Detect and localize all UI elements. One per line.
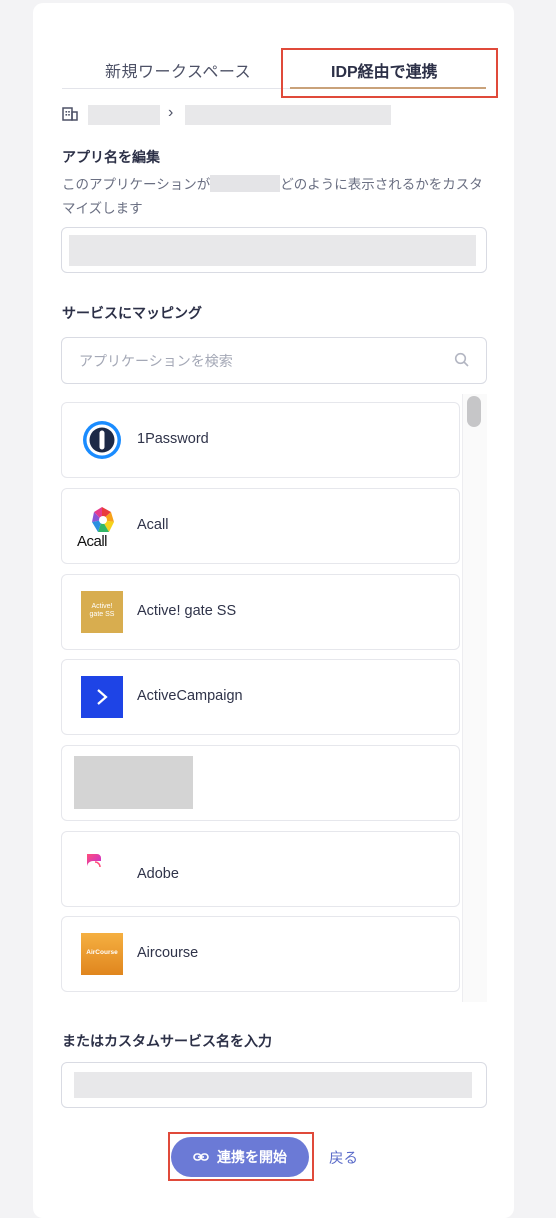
- redacted-text: [210, 175, 281, 192]
- description-text-1: このアプリケーションが: [62, 177, 211, 192]
- building-icon: [62, 106, 78, 127]
- list-item-label: Adobe: [137, 866, 179, 882]
- list-item-activegate[interactable]: Active! gate SS Active! gate SS: [61, 574, 460, 650]
- app-name-input[interactable]: [61, 227, 487, 273]
- list-item-activecampaign[interactable]: ActiveCampaign: [61, 659, 460, 735]
- custom-service-input[interactable]: [61, 1062, 487, 1108]
- list-scrollbar[interactable]: [462, 394, 487, 1002]
- breadcrumb-redacted-1: [88, 105, 160, 125]
- activecampaign-icon: [81, 676, 123, 718]
- list-item-adobe[interactable]: Adobe: [61, 831, 460, 907]
- list-item-redacted[interactable]: [61, 745, 460, 821]
- tab-new-workspace[interactable]: 新規ワークスペース: [105, 58, 251, 82]
- app-name-redacted: [69, 235, 476, 266]
- list-item-label: Active! gate SS: [137, 603, 237, 619]
- redacted-image: [74, 756, 193, 809]
- back-link[interactable]: 戻る: [329, 1147, 358, 1168]
- mapping-heading: サービスにマッピング: [62, 305, 202, 321]
- adobe-icon: [81, 848, 123, 890]
- list-item-label: 1Password: [137, 431, 209, 447]
- list-item-label: ActiveCampaign: [137, 688, 243, 704]
- acall-icon: Acall: [77, 505, 123, 550]
- list-scrollbar-thumb[interactable]: [467, 396, 481, 427]
- breadcrumb-redacted-2: [185, 105, 391, 125]
- custom-service-redacted: [74, 1072, 472, 1098]
- custom-service-heading: またはカスタムサービス名を入力: [62, 1033, 272, 1049]
- highlight-box-tab: [281, 48, 498, 98]
- activegate-icon: Active! gate SS: [81, 591, 123, 633]
- breadcrumb-separator: ›: [168, 104, 174, 121]
- app-list[interactable]: 1Password Acall Acall Active! gate SS Ac…: [61, 394, 487, 1002]
- onepassword-icon: [81, 419, 123, 461]
- aircourse-icon: AirCourse: [81, 933, 123, 975]
- list-item-label: Acall: [137, 517, 169, 533]
- list-item-acall[interactable]: Acall Acall: [61, 488, 460, 564]
- aircourse-icon-text: AirCourse: [86, 949, 118, 956]
- highlight-box-start: [168, 1132, 314, 1181]
- search-icon: [454, 352, 470, 373]
- list-item-label: Aircourse: [137, 945, 199, 961]
- list-item-1password[interactable]: 1Password: [61, 402, 460, 478]
- acall-icon-text: Acall: [77, 533, 108, 550]
- app-name-description: このアプリケーションが どのように表示されるかをカスタマイズします: [62, 173, 486, 221]
- activegate-icon-text: Active! gate SS: [89, 603, 115, 618]
- app-name-heading: アプリ名を編集: [62, 149, 160, 165]
- list-item-aircourse[interactable]: AirCourse Aircourse: [61, 916, 460, 992]
- app-search-input[interactable]: [61, 337, 487, 384]
